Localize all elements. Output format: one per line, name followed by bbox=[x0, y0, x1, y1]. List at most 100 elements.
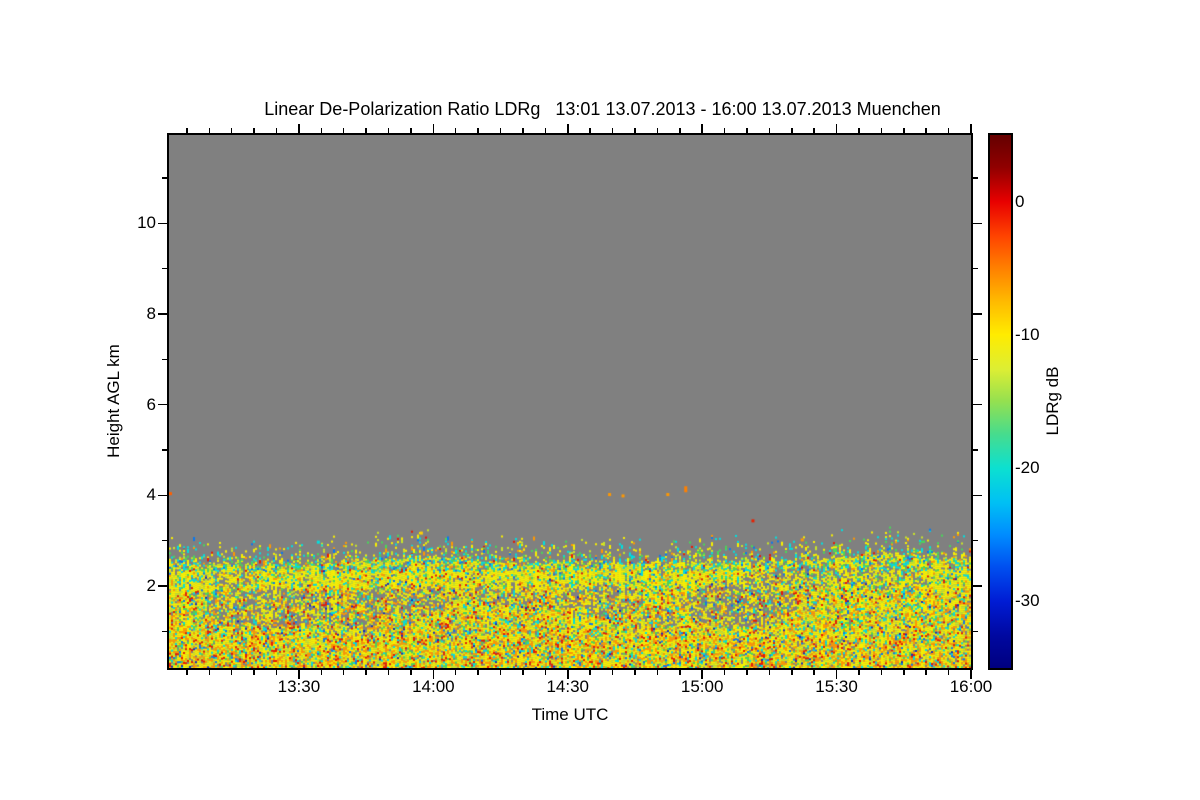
x-axis-minor-tick bbox=[925, 128, 927, 133]
y-axis-tick-label: 8 bbox=[146, 304, 156, 324]
x-axis-minor-tick bbox=[230, 670, 233, 675]
x-axis-major-tick bbox=[298, 124, 300, 133]
x-axis-minor-tick bbox=[410, 128, 412, 133]
x-axis-major-tick bbox=[701, 124, 703, 133]
y-axis-major-tick bbox=[973, 494, 982, 497]
y-axis-major-tick bbox=[158, 403, 167, 406]
x-axis-tick-label: 15:30 bbox=[815, 677, 858, 696]
x-axis-minor-tick bbox=[925, 670, 927, 675]
x-axis-minor-tick bbox=[634, 670, 636, 675]
x-axis-minor-tick bbox=[791, 128, 793, 133]
y-axis-minor-tick bbox=[162, 630, 167, 633]
x-axis-minor-tick bbox=[410, 670, 412, 675]
x-axis-minor-tick bbox=[522, 670, 524, 675]
x-axis-tick-label: 15:00 bbox=[680, 677, 724, 696]
x-axis-minor-tick bbox=[858, 128, 860, 133]
x-axis-minor-tick bbox=[208, 128, 211, 133]
x-axis-minor-tick bbox=[499, 128, 502, 133]
x-axis-major-tick bbox=[835, 124, 838, 133]
x-axis-minor-tick bbox=[186, 670, 188, 675]
heatmap-canvas bbox=[169, 135, 971, 668]
x-axis-minor-tick bbox=[880, 670, 883, 675]
x-axis-minor-tick bbox=[342, 128, 345, 133]
y-axis-tick-label: 10 bbox=[137, 213, 156, 233]
y-axis-minor-tick bbox=[162, 449, 167, 451]
x-axis-minor-tick bbox=[365, 670, 367, 675]
chart-title: Linear De-Polarization Ratio LDRg 13:01 … bbox=[264, 99, 941, 119]
x-axis-minor-tick bbox=[656, 670, 659, 675]
x-axis-major-tick bbox=[970, 124, 972, 133]
x-axis-minor-tick bbox=[387, 670, 390, 675]
x-axis-tick-label: 16:00 bbox=[949, 677, 993, 696]
x-axis-minor-tick bbox=[813, 128, 815, 133]
x-axis-minor-tick bbox=[768, 670, 771, 675]
y-axis-minor-tick bbox=[973, 358, 978, 361]
x-axis-minor-tick bbox=[903, 670, 905, 675]
x-axis-minor-tick bbox=[365, 128, 367, 133]
y-axis-minor-tick bbox=[973, 449, 978, 451]
x-axis-minor-tick bbox=[589, 128, 591, 133]
x-axis-minor-tick bbox=[499, 670, 502, 675]
x-axis-minor-tick bbox=[454, 670, 457, 675]
x-axis-minor-tick bbox=[813, 670, 815, 675]
colorbar-title: LDRg dB bbox=[1043, 366, 1062, 436]
y-axis-major-tick bbox=[973, 313, 982, 315]
x-axis-minor-tick bbox=[656, 128, 659, 133]
x-axis-tick-label: 13:30 bbox=[277, 677, 321, 696]
y-axis-minor-tick bbox=[162, 177, 167, 179]
x-axis-tick-label: 14:30 bbox=[546, 677, 590, 696]
x-axis-minor-tick bbox=[768, 128, 771, 133]
y-axis-major-tick bbox=[158, 313, 167, 315]
x-axis-minor-tick bbox=[477, 128, 479, 133]
x-axis-minor-tick bbox=[208, 670, 211, 675]
x-axis-minor-tick bbox=[342, 670, 345, 675]
y-axis-title: Height AGL km bbox=[104, 344, 123, 458]
x-axis-minor-tick bbox=[611, 128, 614, 133]
x-axis-minor-tick bbox=[746, 670, 748, 675]
y-axis-tick-label: 2 bbox=[146, 575, 156, 595]
x-axis-minor-tick bbox=[947, 128, 950, 133]
x-axis-minor-tick bbox=[858, 670, 860, 675]
y-axis-minor-tick bbox=[973, 539, 978, 542]
y-axis-major-tick bbox=[973, 585, 982, 587]
x-axis-minor-tick bbox=[230, 128, 233, 133]
x-axis-tick-label: 14:00 bbox=[412, 677, 455, 696]
y-axis-major-tick bbox=[158, 222, 167, 225]
y-axis-major-tick bbox=[158, 494, 167, 497]
x-axis-minor-tick bbox=[723, 670, 726, 675]
colorbar-tick-label: 0 bbox=[1015, 191, 1025, 211]
x-axis-minor-tick bbox=[544, 128, 547, 133]
y-axis-major-tick bbox=[973, 403, 982, 406]
x-axis-major-tick bbox=[432, 124, 435, 133]
y-axis-minor-tick bbox=[162, 358, 167, 361]
x-axis-title: Time UTC bbox=[531, 705, 609, 724]
y-axis-minor-tick bbox=[973, 177, 978, 179]
x-axis-minor-tick bbox=[477, 670, 479, 675]
x-axis-minor-tick bbox=[387, 128, 390, 133]
x-axis-minor-tick bbox=[723, 128, 726, 133]
x-axis-minor-tick bbox=[253, 670, 255, 675]
x-axis-minor-tick bbox=[186, 128, 188, 133]
colorbar-tick-label: -30 bbox=[1015, 591, 1040, 611]
y-axis-minor-tick bbox=[973, 630, 978, 633]
colorbar bbox=[990, 135, 1011, 668]
x-axis-minor-tick bbox=[791, 670, 793, 675]
x-axis-minor-tick bbox=[611, 670, 614, 675]
x-axis-minor-tick bbox=[679, 128, 681, 133]
x-axis-minor-tick bbox=[746, 128, 748, 133]
x-axis-minor-tick bbox=[903, 128, 905, 133]
x-axis-minor-tick bbox=[275, 670, 278, 675]
y-axis-major-tick bbox=[158, 585, 167, 587]
y-axis-tick-label: 4 bbox=[146, 485, 156, 505]
x-axis-minor-tick bbox=[947, 670, 950, 675]
x-axis-minor-tick bbox=[454, 128, 457, 133]
x-axis-minor-tick bbox=[320, 128, 323, 133]
x-axis-minor-tick bbox=[880, 128, 883, 133]
x-axis-major-tick bbox=[567, 124, 569, 133]
x-axis-minor-tick bbox=[589, 670, 591, 675]
y-axis-minor-tick bbox=[973, 267, 978, 270]
radar-chart-page: Linear De-Polarization Ratio LDRg 13:01 … bbox=[0, 0, 1200, 800]
x-axis-minor-tick bbox=[320, 670, 323, 675]
y-axis-minor-tick bbox=[162, 539, 167, 542]
x-axis-minor-tick bbox=[544, 670, 547, 675]
